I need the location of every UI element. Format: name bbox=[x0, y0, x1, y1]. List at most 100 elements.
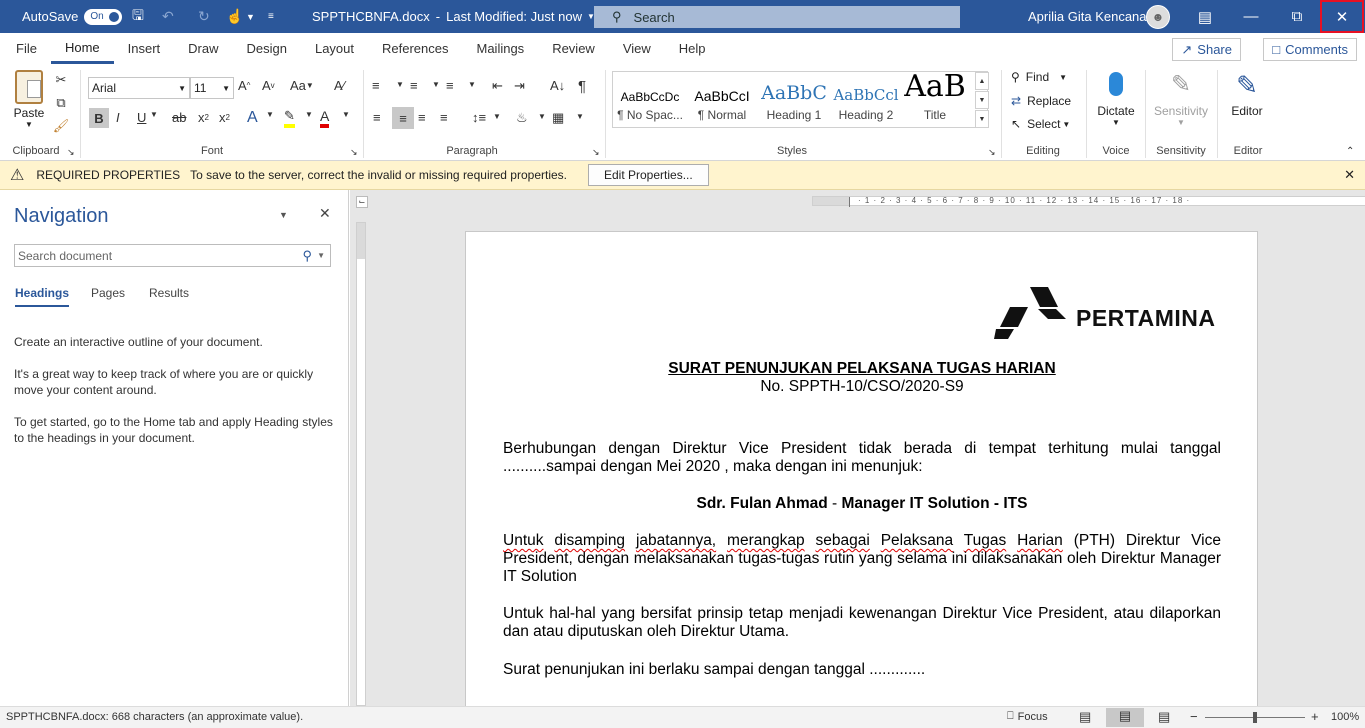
chevron-down-icon[interactable]: ▼ bbox=[150, 110, 158, 119]
style-title[interactable]: AaB Title bbox=[903, 72, 967, 127]
spelling-flagged-word[interactable]: Untuk bbox=[503, 532, 544, 549]
dialog-launcher-icon[interactable]: ↘ bbox=[350, 147, 358, 158]
font-family-select[interactable]: Arial ▼ bbox=[88, 77, 190, 99]
spelling-flagged-word[interactable]: disamping bbox=[554, 532, 625, 549]
spelling-flagged-word[interactable]: jabatannya, bbox=[636, 532, 716, 549]
numbering-icon[interactable]: ≡ bbox=[410, 78, 418, 93]
customize-qat-icon[interactable]: ≡ bbox=[268, 0, 274, 33]
italic-icon[interactable]: I bbox=[116, 110, 120, 125]
underline-icon[interactable]: U bbox=[137, 110, 146, 125]
close-icon[interactable]: ✕ bbox=[319, 205, 331, 222]
clear-formatting-icon[interactable]: A⁄ bbox=[334, 78, 345, 93]
spelling-flagged-word[interactable]: sebagai bbox=[815, 532, 869, 549]
zoom-slider[interactable] bbox=[1205, 712, 1305, 723]
tab-mailings[interactable]: Mailings bbox=[463, 33, 539, 64]
zoom-slider-thumb[interactable] bbox=[1253, 712, 1257, 723]
highlight-icon[interactable]: ✎ bbox=[284, 108, 295, 128]
tab-file[interactable]: File bbox=[0, 33, 51, 64]
styles-scroll-up-icon[interactable]: ▲ bbox=[975, 72, 989, 90]
ruler-toggle-icon[interactable]: ⌙ bbox=[356, 196, 368, 208]
save-icon[interactable]: 🖫 bbox=[132, 0, 144, 33]
chevron-down-icon[interactable]: ▼ bbox=[493, 112, 501, 121]
tab-home[interactable]: Home bbox=[50, 33, 114, 64]
tab-draw[interactable]: Draw bbox=[174, 33, 232, 64]
style-heading-1[interactable]: AaBbC Heading 1 bbox=[759, 72, 829, 127]
autosave[interactable]: AutoSave On bbox=[22, 0, 123, 33]
text-effects-icon[interactable]: A bbox=[247, 109, 258, 127]
chevron-down-icon[interactable]: ▼ bbox=[432, 80, 440, 89]
copy-icon[interactable]: ⧉ bbox=[54, 95, 68, 111]
replace-button[interactable]: ⇄ Replace bbox=[1011, 94, 1071, 108]
touch-mode-icon[interactable]: ☝ bbox=[226, 0, 243, 33]
document-stats[interactable]: SPPTHCBNFA.docx: 668 characters (an appr… bbox=[6, 711, 303, 723]
tab-design[interactable]: Design bbox=[233, 33, 301, 64]
paste-button[interactable]: Paste ▼ bbox=[12, 70, 46, 129]
tab-references[interactable]: References bbox=[368, 33, 462, 64]
ribbon-display-options-icon[interactable]: ▤ bbox=[1182, 0, 1228, 33]
spelling-flagged-word[interactable]: Harian bbox=[1017, 532, 1063, 549]
tab-headings[interactable]: Headings bbox=[15, 286, 70, 307]
select-button[interactable]: ↖ Select ▼ bbox=[1011, 117, 1070, 131]
focus-button[interactable]: ⎕ Focus bbox=[1007, 710, 1048, 723]
dialog-launcher-icon[interactable]: ↘ bbox=[67, 147, 75, 158]
read-mode-icon[interactable]: ▤ bbox=[1079, 709, 1091, 725]
close-icon[interactable]: ✕ bbox=[1344, 167, 1355, 183]
chevron-down-icon[interactable]: ▼ bbox=[279, 210, 288, 220]
zoom-in-icon[interactable]: + bbox=[1311, 709, 1319, 724]
spelling-flagged-word[interactable]: Pelaksana bbox=[881, 532, 953, 549]
chevron-down-icon[interactable]: ▼ bbox=[468, 80, 476, 89]
vertical-ruler[interactable] bbox=[356, 222, 366, 706]
strikethrough-icon[interactable]: ab bbox=[172, 110, 186, 125]
bullets-icon[interactable]: ≡ bbox=[372, 78, 380, 93]
tab-pages[interactable]: Pages bbox=[91, 286, 125, 300]
borders-icon[interactable]: ▦ bbox=[552, 110, 564, 126]
chevron-down-icon[interactable]: ▼ bbox=[538, 112, 546, 121]
subscript-icon[interactable]: x2 bbox=[198, 110, 209, 125]
search-box[interactable]: ⚲ Search bbox=[594, 6, 960, 28]
close-icon[interactable]: ✕ bbox=[1320, 0, 1364, 33]
spelling-flagged-word[interactable]: Tugas bbox=[964, 532, 1007, 549]
tab-view[interactable]: View bbox=[609, 33, 665, 64]
comments-button[interactable]: □ Comments bbox=[1263, 38, 1357, 61]
share-button[interactable]: ↗ Share bbox=[1172, 38, 1241, 61]
styles-scroll-down-icon[interactable]: ▼ bbox=[975, 91, 989, 109]
editor-button[interactable]: ✎ Editor bbox=[1224, 70, 1270, 118]
superscript-icon[interactable]: x2 bbox=[219, 110, 230, 125]
spelling-flagged-word[interactable]: merangkap bbox=[727, 532, 805, 549]
style-normal[interactable]: AaBbCcI ¶ Normal bbox=[687, 72, 757, 127]
chevron-down-icon[interactable]: ▼ bbox=[305, 110, 313, 119]
minimize-icon[interactable]: — bbox=[1228, 0, 1274, 33]
tab-insert[interactable]: Insert bbox=[114, 33, 175, 64]
sensitivity-button[interactable]: ✎ Sensitivity ▼ bbox=[1150, 70, 1212, 127]
line-spacing-icon[interactable]: ↕≡ bbox=[472, 110, 486, 125]
search-icon[interactable]: ⚲ bbox=[302, 248, 312, 264]
format-painter-icon[interactable]: 🖌 bbox=[53, 118, 70, 134]
undo-icon[interactable]: ↶ bbox=[162, 0, 174, 33]
justify-icon[interactable]: ≡ bbox=[440, 110, 448, 125]
font-color-icon[interactable]: A bbox=[320, 108, 330, 128]
redo-icon[interactable]: ↻ bbox=[198, 0, 210, 33]
sort-icon[interactable]: A↓ bbox=[550, 78, 565, 93]
chevron-down-icon[interactable]: ▼ bbox=[576, 112, 584, 121]
tab-results[interactable]: Results bbox=[149, 286, 189, 300]
style-heading-2[interactable]: AaBbCcl Heading 2 bbox=[831, 72, 901, 127]
grow-font-icon[interactable]: A ^ bbox=[238, 78, 250, 93]
autosave-toggle[interactable]: On bbox=[84, 8, 123, 25]
horizontal-ruler[interactable]: · 1 · 2 · 3 · 4 · 5 · 6 · 7 · 8 · 9 · 10… bbox=[812, 196, 1365, 207]
chevron-down-icon[interactable]: ▼ bbox=[266, 110, 274, 119]
avatar[interactable]: ☻ bbox=[1146, 4, 1170, 29]
styles-more-icon[interactable]: ▼ bbox=[975, 110, 989, 128]
edit-properties-button[interactable]: Edit Properties... bbox=[588, 164, 709, 186]
chevron-down-icon[interactable]: ▼ bbox=[342, 110, 350, 119]
find-button[interactable]: ⚲ Find ▼ bbox=[1011, 70, 1067, 84]
dialog-launcher-icon[interactable]: ↘ bbox=[592, 147, 600, 158]
chevron-down-icon[interactable]: ▼ bbox=[246, 0, 255, 33]
align-right-icon[interactable]: ≡ bbox=[418, 110, 426, 125]
tab-help[interactable]: Help bbox=[665, 33, 720, 64]
dialog-launcher-icon[interactable]: ↘ bbox=[988, 147, 996, 158]
chevron-down-icon[interactable]: ▼ bbox=[317, 251, 325, 260]
tab-layout[interactable]: Layout bbox=[301, 33, 368, 64]
web-layout-icon[interactable]: ▤ bbox=[1158, 709, 1170, 725]
chevron-down-icon[interactable]: ▼ bbox=[396, 80, 404, 89]
restore-icon[interactable]: ⧉ bbox=[1274, 0, 1320, 33]
